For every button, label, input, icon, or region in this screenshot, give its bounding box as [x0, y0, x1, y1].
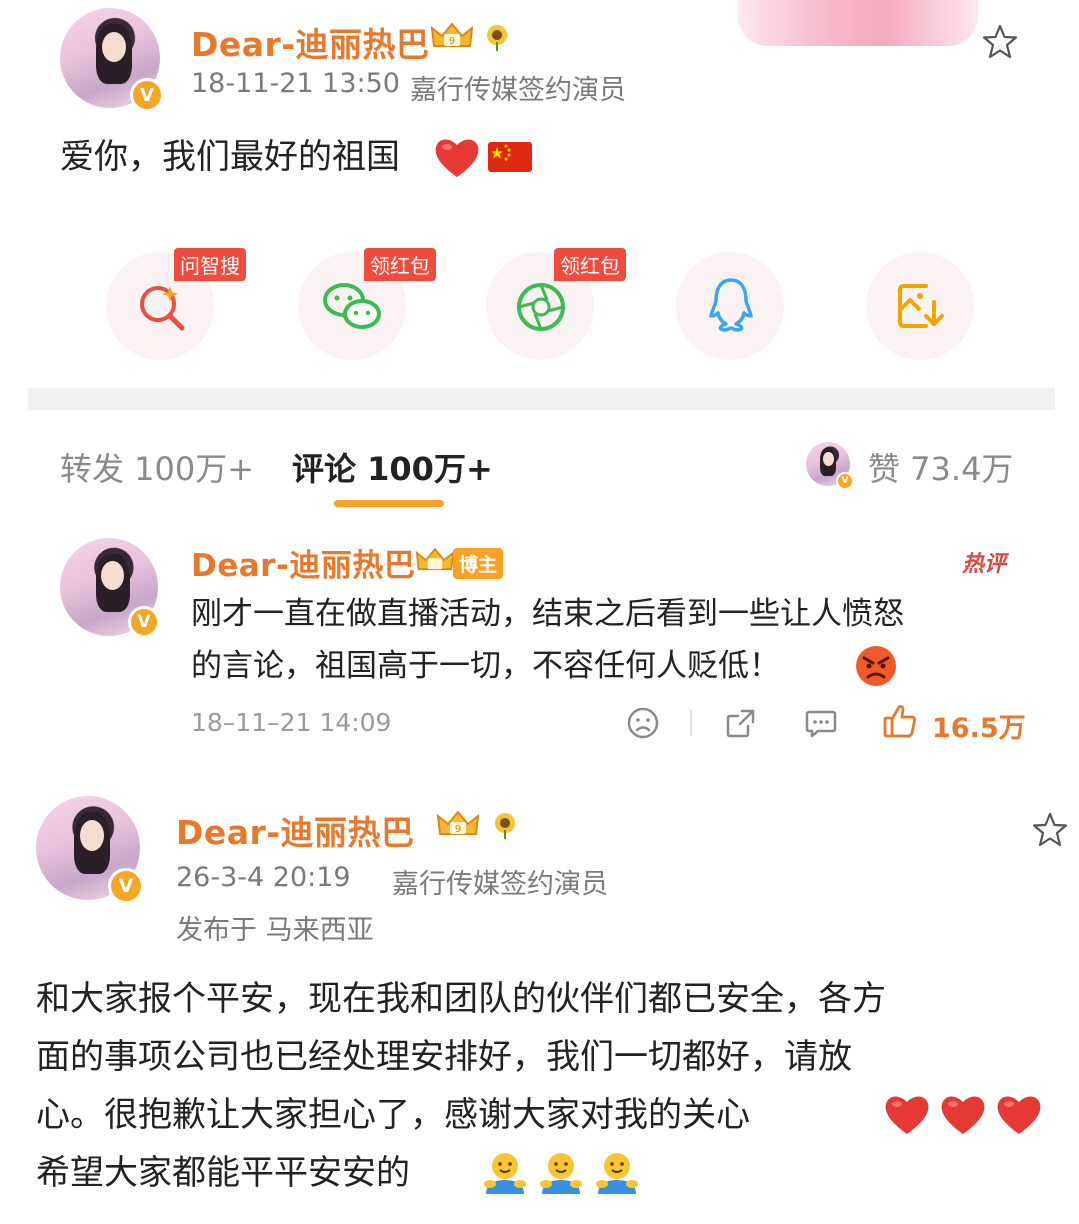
- tab-like[interactable]: 赞 73.4万: [868, 444, 1013, 490]
- comment-like-count: 16.5万: [932, 713, 1026, 744]
- comment-text-line2: 的言论，祖国高于一切，不容任何人贬低！: [191, 648, 780, 684]
- heart-emoji-icon: [435, 139, 479, 177]
- sunflower-icon: [495, 813, 515, 839]
- heart-emoji-icon: [885, 1096, 929, 1134]
- comment-avatar[interactable]: V: [60, 538, 160, 638]
- crown-icon: [415, 547, 455, 571]
- tab-comment[interactable]: 评论 100万+: [292, 444, 493, 490]
- svg-text:9: 9: [455, 824, 461, 835]
- active-tab-indicator: [334, 500, 444, 507]
- hug-emoji-icon: [540, 1153, 582, 1194]
- post-text-line2: 面的事项公司也已经处理安排好，我们一切都好，请放: [36, 1037, 852, 1077]
- svg-text:9: 9: [449, 36, 455, 47]
- post-time: 26-3-4 20:19: [176, 862, 351, 893]
- post-username[interactable]: Dear-迪丽热巴: [191, 18, 430, 66]
- tab-repost[interactable]: 转发 100万+: [60, 444, 254, 490]
- blogger-tag: 博主: [453, 548, 504, 579]
- hot-comment-badge: 热评: [962, 552, 1007, 577]
- post-time: 18-11-21 13:50: [191, 68, 400, 99]
- avatar[interactable]: V: [60, 8, 164, 112]
- thumbs-up-icon[interactable]: [882, 702, 918, 740]
- post-source: 嘉行传媒签约演员: [410, 75, 626, 106]
- post-text-line1: 和大家报个平安，现在我和团队的伙伴们都已安全，各方: [36, 979, 886, 1019]
- dislike-face-icon[interactable]: [626, 706, 660, 740]
- hug-emoji-icon: [596, 1153, 638, 1194]
- action-separator: [690, 710, 692, 736]
- search-ai-icon: [140, 286, 185, 331]
- post-location: 发布于 马来西亚: [176, 915, 374, 946]
- post-source: 嘉行传媒签约演员: [392, 869, 608, 900]
- qq-penguin-icon: [709, 278, 753, 332]
- comment-time: 18–11–21 14:09: [191, 708, 392, 737]
- china-flag-icon: [488, 142, 532, 172]
- verified-badge-icon: V: [108, 868, 144, 904]
- avatar[interactable]: V: [36, 796, 144, 904]
- sunflower-icon: [487, 25, 507, 51]
- post-text: 爱你，我们最好的祖国: [60, 137, 400, 177]
- crown-icon: 9: [436, 810, 480, 835]
- top-banner-decoration: [738, 0, 978, 46]
- post-text-line3: 心。很抱歉让大家担心了，感谢大家对我的关心: [36, 1095, 750, 1135]
- post-username[interactable]: Dear-迪丽热巴: [176, 806, 415, 854]
- like-avatar: V: [806, 442, 854, 490]
- wechat-icon: [323, 283, 381, 329]
- heart-emoji-icon: [941, 1096, 985, 1134]
- post-text-line4: 希望大家都能平平安安的: [36, 1153, 410, 1193]
- share-icon[interactable]: [724, 706, 758, 740]
- section-divider: [28, 388, 1055, 410]
- share-tag-wechat: 领红包: [364, 248, 436, 281]
- share-tag-search: 问智搜: [174, 248, 246, 281]
- comment-bubble-icon[interactable]: [804, 706, 838, 740]
- hug-emoji-icon: [484, 1153, 526, 1194]
- share-tag-moments: 领红包: [554, 248, 626, 281]
- verified-badge-icon: V: [130, 78, 164, 112]
- comment-username[interactable]: Dear-迪丽热巴: [191, 540, 415, 585]
- save-image-icon: [898, 284, 944, 328]
- crown-icon: 9: [430, 22, 474, 47]
- heart-emoji-icon: [997, 1096, 1041, 1134]
- moments-aperture-icon: [517, 283, 565, 331]
- comment-text-line1: 刚才一直在做直播活动，结束之后看到一些让人愤怒: [191, 596, 904, 632]
- angry-emoji-icon: [856, 646, 896, 686]
- favorite-star-icon[interactable]: [1030, 810, 1070, 850]
- favorite-star-icon[interactable]: [980, 22, 1020, 62]
